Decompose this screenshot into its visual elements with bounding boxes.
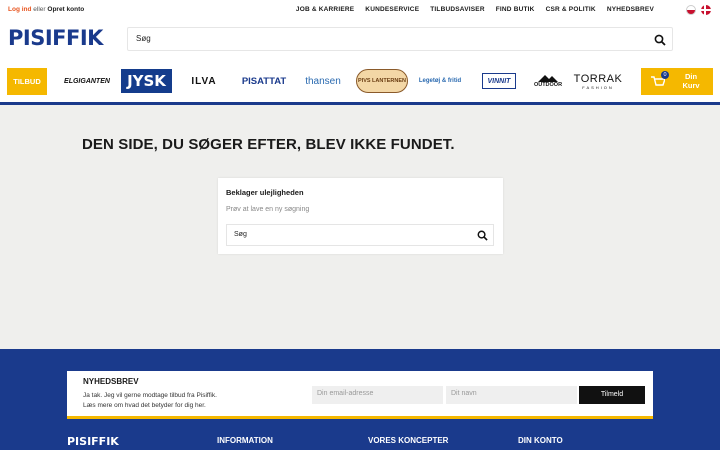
subscribe-button[interactable]: Tilmeld [579,386,645,404]
brand-outdoor-label: OUTDOOR [533,82,563,88]
footer: NYHEDSBREV Ja tak. Jeg vil gerne modtage… [0,349,720,450]
or-text: eller [33,6,46,13]
cart-label: Din Kurv [677,72,705,90]
email-field[interactable]: Din email-adresse [312,386,443,404]
card-search-text: Søg [234,231,247,238]
brand-elgiganten[interactable]: ELGIGANTEN [60,71,114,91]
newsletter-title: NYHEDSBREV [83,377,139,386]
brand-torrak[interactable]: TORRAK FASHION [572,71,624,91]
site-logo[interactable]: PISIFFIK [8,26,103,50]
mountain-icon [538,75,558,82]
top-nav: JOB & KARRIERE KUNDESERVICE TILBUDSAVISE… [296,6,654,13]
header: PISIFFIK Søg [0,20,720,58]
search-input[interactable]: Søg [127,27,673,51]
create-account-link[interactable]: Opret konto [47,6,84,13]
nav-tilbudsaviser[interactable]: TILBUDSAVISER [430,6,484,13]
brand-thansen[interactable]: thansen [300,71,346,91]
denmark-flag-icon[interactable] [701,5,711,15]
nav-find-butik[interactable]: FIND BUTIK [496,6,535,13]
card-title: Beklager ulejligheden [226,188,304,197]
footer-heading-information: INFORMATION [217,436,273,445]
top-bar: Log ind eller Opret konto JOB & KARRIERE… [0,0,720,20]
brand-pivs-lanternen[interactable]: PIVS LANTERNEN [356,69,408,93]
nav-job[interactable]: JOB & KARRIERE [296,6,354,13]
nav-kundeservice[interactable]: KUNDESERVICE [365,6,419,13]
name-field[interactable]: Dit navn [446,386,577,404]
brand-legetoj[interactable]: Legetøj & fritid [414,71,466,91]
nav-csr[interactable]: CSR & POLITIK [546,6,596,13]
brand-torrak-label: TORRAK [573,72,623,85]
account-links: Log ind eller Opret konto [8,6,84,13]
greenland-flag-icon[interactable] [686,5,696,15]
footer-logo[interactable]: PISIFFIK [67,435,119,448]
cart-label-line1: Din [684,72,698,81]
brand-torrak-sub: FASHION [582,84,614,90]
card-search-input[interactable]: Søg [226,224,494,246]
page-title: DEN SIDE, DU SØGER EFTER, BLEV IKKE FUND… [82,136,455,153]
newsletter-desc-line1: Ja tak. Jeg vil gerne modtage tilbud fra… [83,392,217,399]
brands-bar: TILBUD ELGIGANTEN JYSK ILVA PISATTAT tha… [0,58,720,105]
cart-label-line2: Kurv [682,81,700,90]
login-link[interactable]: Log ind [8,6,31,13]
newsletter-description: Ja tak. Jeg vil gerne modtage tilbud fra… [83,391,263,411]
footer-heading-konto: DIN KONTO [518,436,563,445]
search-icon[interactable] [477,230,488,241]
brand-outdoor[interactable]: OUTDOOR [532,71,564,91]
search-text: Søg [136,34,151,43]
footer-heading-koncepter: VORES KONCEPTER [368,436,449,445]
newsletter-box: NYHEDSBREV Ja tak. Jeg vil gerne modtage… [67,371,653,419]
brand-jysk[interactable]: JYSK [121,69,172,93]
brand-vinnit[interactable]: VINNIT [482,73,516,89]
newsletter-desc-line2[interactable]: Læs mere om hvad det betyder for dig her… [83,401,263,411]
cart-button[interactable]: 0 Din Kurv [641,68,713,95]
brand-ilva[interactable]: ILVA [189,71,219,91]
search-card: Beklager ulejligheden Prøv at lave en ny… [218,178,503,254]
tilbud-button[interactable]: TILBUD [7,68,47,95]
card-subtitle: Prøv at lave en ny søgning [226,206,310,213]
cart-count-badge: 0 [661,71,669,79]
nav-nyhedsbrev[interactable]: NYHEDSBREV [607,6,654,13]
brand-pisattat[interactable]: PISATTAT [240,71,288,91]
search-icon[interactable] [654,34,666,46]
